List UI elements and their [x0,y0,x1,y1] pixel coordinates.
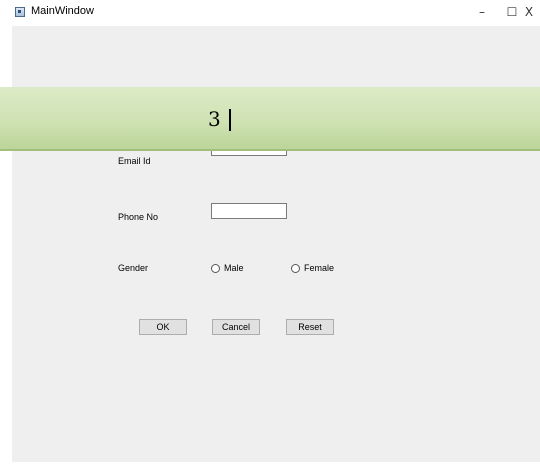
email-field[interactable] [211,151,287,156]
text-cursor [229,109,231,131]
banner-text: 3 [208,107,221,131]
gender-female-label: Female [304,263,335,273]
title-bar[interactable]: MainWindow – ☐ X [0,0,540,26]
window-title: MainWindow [31,5,94,17]
reset-button[interactable]: Reset [286,319,334,335]
radio-circle-icon [211,263,220,273]
gender-male-label: Male [224,263,244,273]
email-label: Email Id [118,156,151,166]
app-window-icon [15,7,25,17]
ok-button[interactable]: OK [139,319,187,335]
close-button[interactable]: X [518,2,540,22]
gender-female-radio[interactable]: Female [291,263,334,273]
radio-circle-icon [291,263,300,273]
phone-field[interactable] [211,203,287,219]
gender-label: Gender [118,263,149,273]
green-banner-overlay [0,87,540,151]
gender-male-radio[interactable]: Male [211,263,244,273]
phone-label: Phone No [118,212,159,222]
cancel-button[interactable]: Cancel [212,319,260,335]
main-window: MainWindow – ☐ X Email Id Phone No Gende… [0,0,540,466]
minimize-button[interactable]: – [467,2,497,22]
